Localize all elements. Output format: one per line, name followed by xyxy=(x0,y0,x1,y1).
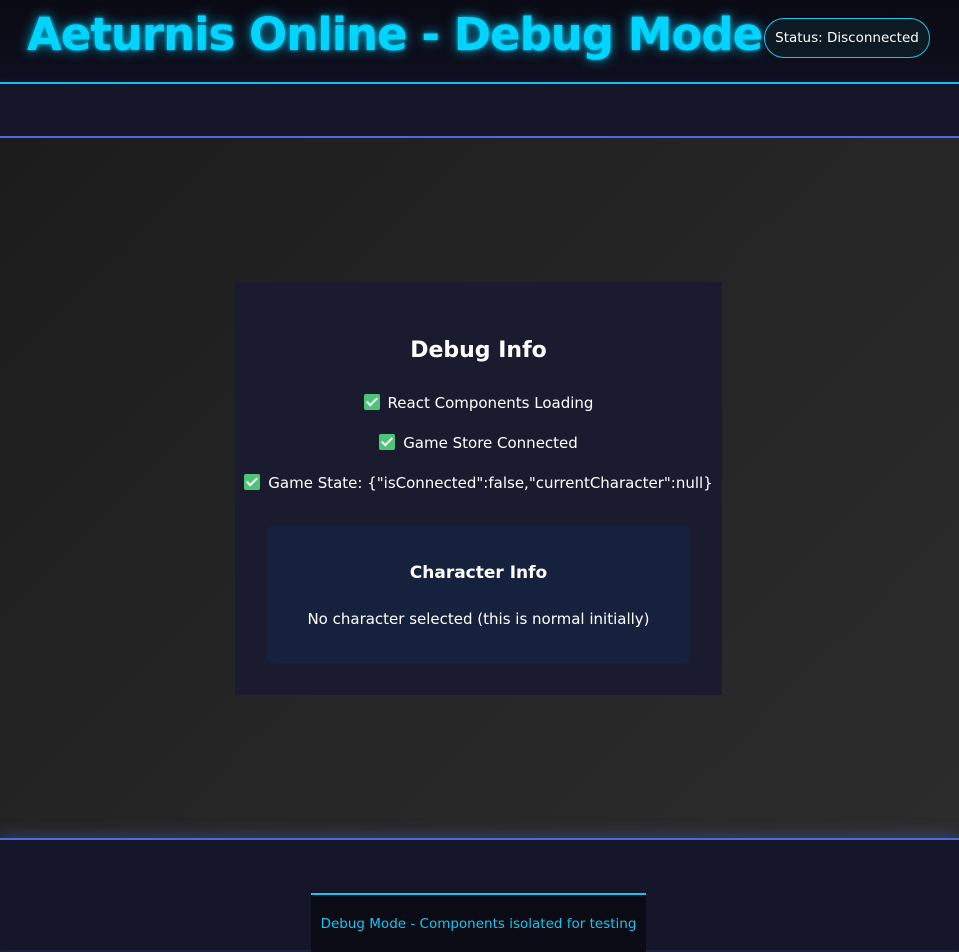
app-footer: Debug Mode - Components isolated for tes… xyxy=(0,838,959,952)
check-item-label: Game Store Connected xyxy=(403,434,578,452)
check-item-game-store: Game Store Connected xyxy=(235,434,722,452)
character-info-card: Character Info No character selected (th… xyxy=(267,526,690,663)
navigation-bar xyxy=(0,84,959,138)
debug-mode-note: Debug Mode - Components isolated for tes… xyxy=(311,893,646,952)
app-header: Aeturnis Online - Debug Mode Status: Dis… xyxy=(0,0,959,84)
debug-info-title: Debug Info xyxy=(410,338,547,363)
check-mark-icon xyxy=(244,474,261,490)
check-mark-icon xyxy=(379,434,396,450)
connection-status-badge: Status: Disconnected xyxy=(764,18,930,58)
check-item-label: Game State: {"isConnected":false,"curren… xyxy=(268,474,713,492)
debug-info-panel: Debug Info React Components Loading Game… xyxy=(235,282,722,695)
check-item-label: React Components Loading xyxy=(387,394,594,412)
check-mark-icon xyxy=(363,394,380,410)
check-item-react-components: React Components Loading xyxy=(235,394,722,412)
character-info-title: Character Info xyxy=(409,563,548,583)
character-info-message: No character selected (this is normal in… xyxy=(307,610,650,628)
main-content: Debug Info React Components Loading Game… xyxy=(0,138,959,838)
check-item-game-state: Game State: {"isConnected":false,"curren… xyxy=(235,474,722,492)
page-title: Aeturnis Online - Debug Mode xyxy=(27,8,763,61)
